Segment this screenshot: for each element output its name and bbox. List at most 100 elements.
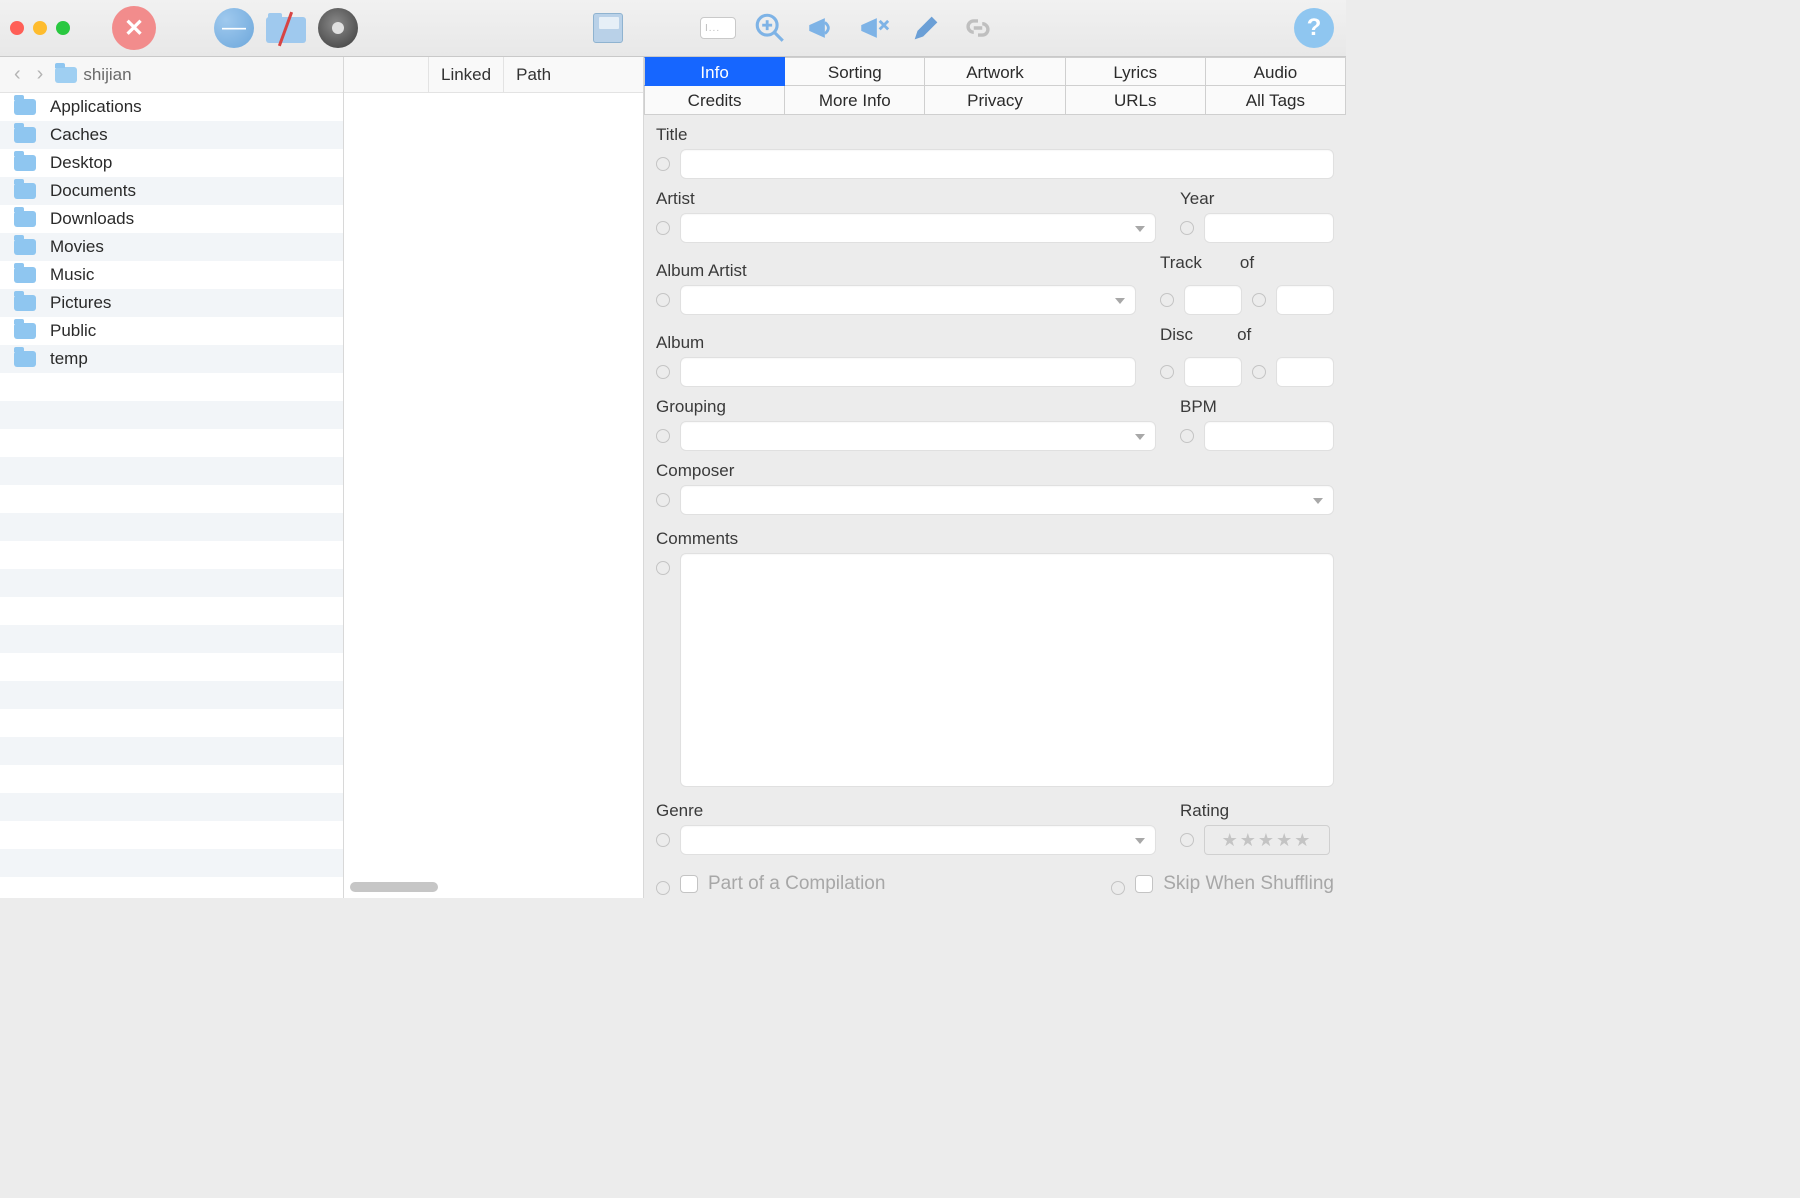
comments-textarea[interactable] xyxy=(680,553,1334,787)
album-artist-label: Album Artist xyxy=(656,261,1136,281)
file-list-pane: Linked Path xyxy=(344,57,644,898)
delete-button[interactable]: ✕ xyxy=(112,6,156,50)
list-item[interactable]: Documents xyxy=(0,177,343,205)
help-button[interactable]: ? xyxy=(1292,6,1336,50)
link-button[interactable] xyxy=(956,6,1000,50)
megaphone-x-icon xyxy=(857,11,891,45)
list-item[interactable]: Public xyxy=(0,317,343,345)
rating-stars[interactable]: ★★★★★ xyxy=(1204,825,1330,855)
track-number-input[interactable] xyxy=(1184,285,1242,315)
folder-label: Applications xyxy=(50,97,142,117)
tab-more-info[interactable]: More Info xyxy=(785,86,925,115)
field-indicator[interactable] xyxy=(656,429,670,443)
field-indicator[interactable] xyxy=(656,221,670,235)
list-item[interactable]: Caches xyxy=(0,121,343,149)
tab-lyrics[interactable]: Lyrics xyxy=(1066,57,1206,86)
megaphone-icon xyxy=(805,11,839,45)
file-list-body xyxy=(344,93,643,898)
announce-button[interactable] xyxy=(800,6,844,50)
disc-number-input[interactable] xyxy=(1184,357,1242,387)
tab-all-tags[interactable]: All Tags xyxy=(1206,86,1346,115)
tab-credits[interactable]: Credits xyxy=(644,86,785,115)
field-indicator[interactable] xyxy=(656,881,670,895)
genre-combo[interactable] xyxy=(680,825,1156,855)
folder-label: Public xyxy=(50,321,96,341)
folder-disabled-button[interactable] xyxy=(264,6,308,50)
disc-label: Disc xyxy=(1160,325,1193,345)
nav-forward-button[interactable]: › xyxy=(33,63,48,86)
track-label: Track xyxy=(1160,253,1202,273)
text-placeholder-button[interactable]: I... xyxy=(696,6,740,50)
folder-label: Music xyxy=(50,265,94,285)
folder-icon xyxy=(14,99,36,115)
bpm-label: BPM xyxy=(1180,397,1334,417)
horizontal-scrollbar[interactable] xyxy=(350,882,438,892)
current-path[interactable]: shijian xyxy=(55,65,131,85)
list-item[interactable]: Applications xyxy=(0,93,343,121)
field-indicator[interactable] xyxy=(1180,429,1194,443)
edit-button[interactable] xyxy=(904,6,948,50)
remove-folder-button[interactable]: — xyxy=(212,6,256,50)
title-label: Title xyxy=(656,125,1334,145)
field-indicator[interactable] xyxy=(1180,221,1194,235)
column-header-linked[interactable]: Linked xyxy=(428,57,503,92)
folder-list: Applications Caches Desktop Documents Do… xyxy=(0,93,343,898)
save-button[interactable] xyxy=(586,6,630,50)
folder-label: Desktop xyxy=(50,153,112,173)
album-input[interactable] xyxy=(680,357,1136,387)
column-header-path[interactable]: Path xyxy=(503,57,643,92)
tab-urls[interactable]: URLs xyxy=(1066,86,1206,115)
field-indicator[interactable] xyxy=(656,293,670,307)
zoom-in-button[interactable] xyxy=(748,6,792,50)
window-zoom-button[interactable] xyxy=(56,21,70,35)
field-indicator[interactable] xyxy=(1111,881,1125,895)
folder-icon xyxy=(14,239,36,255)
field-indicator[interactable] xyxy=(656,833,670,847)
tab-info[interactable]: Info xyxy=(644,57,785,86)
folder-icon xyxy=(55,67,77,83)
tab-privacy[interactable]: Privacy xyxy=(925,86,1065,115)
window-minimize-button[interactable] xyxy=(33,21,47,35)
field-indicator[interactable] xyxy=(656,157,670,171)
folder-label: temp xyxy=(50,349,88,369)
list-item[interactable]: Pictures xyxy=(0,289,343,317)
composer-combo[interactable] xyxy=(680,485,1334,515)
skip-shuffle-checkbox[interactable] xyxy=(1135,875,1153,893)
grouping-combo[interactable] xyxy=(680,421,1156,451)
field-indicator[interactable] xyxy=(1160,293,1174,307)
field-indicator[interactable] xyxy=(1252,365,1266,379)
list-item[interactable]: temp xyxy=(0,345,343,373)
tab-artwork[interactable]: Artwork xyxy=(925,57,1065,86)
list-item[interactable]: Downloads xyxy=(0,205,343,233)
compilation-checkbox[interactable] xyxy=(680,875,698,893)
window-close-button[interactable] xyxy=(10,21,24,35)
disc-total-input[interactable] xyxy=(1276,357,1334,387)
announce-remove-button[interactable] xyxy=(852,6,896,50)
year-input[interactable] xyxy=(1204,213,1334,243)
column-gutter[interactable] xyxy=(344,57,428,92)
tab-sorting[interactable]: Sorting xyxy=(785,57,925,86)
title-input[interactable] xyxy=(680,149,1334,179)
link-icon xyxy=(961,11,995,45)
album-artist-combo[interactable] xyxy=(680,285,1136,315)
track-total-input[interactable] xyxy=(1276,285,1334,315)
disc-button[interactable] xyxy=(316,6,360,50)
bpm-input[interactable] xyxy=(1204,421,1334,451)
field-indicator[interactable] xyxy=(656,493,670,507)
nav-back-button[interactable]: ‹ xyxy=(10,63,25,86)
field-indicator[interactable] xyxy=(1252,293,1266,307)
current-folder-name: shijian xyxy=(83,65,131,85)
folder-label: Caches xyxy=(50,125,108,145)
field-indicator[interactable] xyxy=(1160,365,1174,379)
field-indicator[interactable] xyxy=(656,561,670,575)
save-icon xyxy=(593,13,623,43)
field-indicator[interactable] xyxy=(1180,833,1194,847)
list-item[interactable]: Music xyxy=(0,261,343,289)
field-indicator[interactable] xyxy=(656,365,670,379)
artist-combo[interactable] xyxy=(680,213,1156,243)
list-item[interactable]: Desktop xyxy=(0,149,343,177)
genre-label: Genre xyxy=(656,801,1156,821)
compilation-label: Part of a Compilation xyxy=(708,873,885,895)
tab-audio[interactable]: Audio xyxy=(1206,57,1346,86)
list-item[interactable]: Movies xyxy=(0,233,343,261)
